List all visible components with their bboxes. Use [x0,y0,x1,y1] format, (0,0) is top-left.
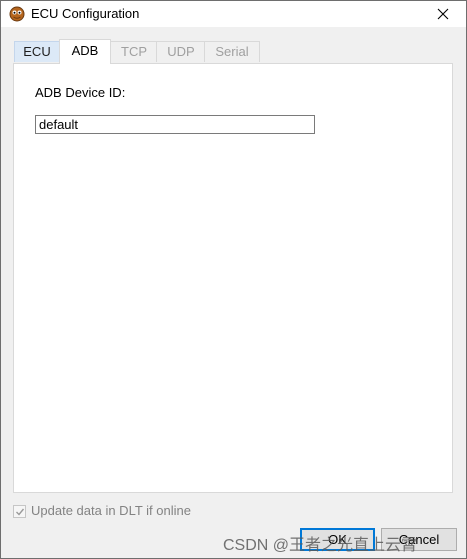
adb-device-id-input[interactable] [35,115,315,134]
update-dlt-checkbox-label: Update data in DLT if online [31,503,191,518]
cancel-button[interactable]: Cancel [381,528,457,551]
window-title: ECU Configuration [31,6,140,21]
ok-button[interactable]: OK [300,528,375,551]
tab-serial: Serial [204,41,260,62]
ecu-configuration-dialog: ECU Configuration ECU ADB TCP UDP Serial… [0,0,467,559]
tab-udp: UDP [156,41,206,62]
tab-adb[interactable]: ADB [59,39,111,64]
adb-device-id-label: ADB Device ID: [35,85,126,100]
ecu-app-icon [9,6,25,22]
tab-ecu[interactable]: ECU [14,41,60,62]
adb-tab-panel: ADB Device ID: [13,63,453,493]
checkmark-icon [16,508,25,516]
tab-tcp: TCP [110,41,158,62]
update-dlt-checkbox [13,505,26,518]
title-bar[interactable]: ECU Configuration [1,1,466,27]
close-button[interactable] [420,1,466,27]
